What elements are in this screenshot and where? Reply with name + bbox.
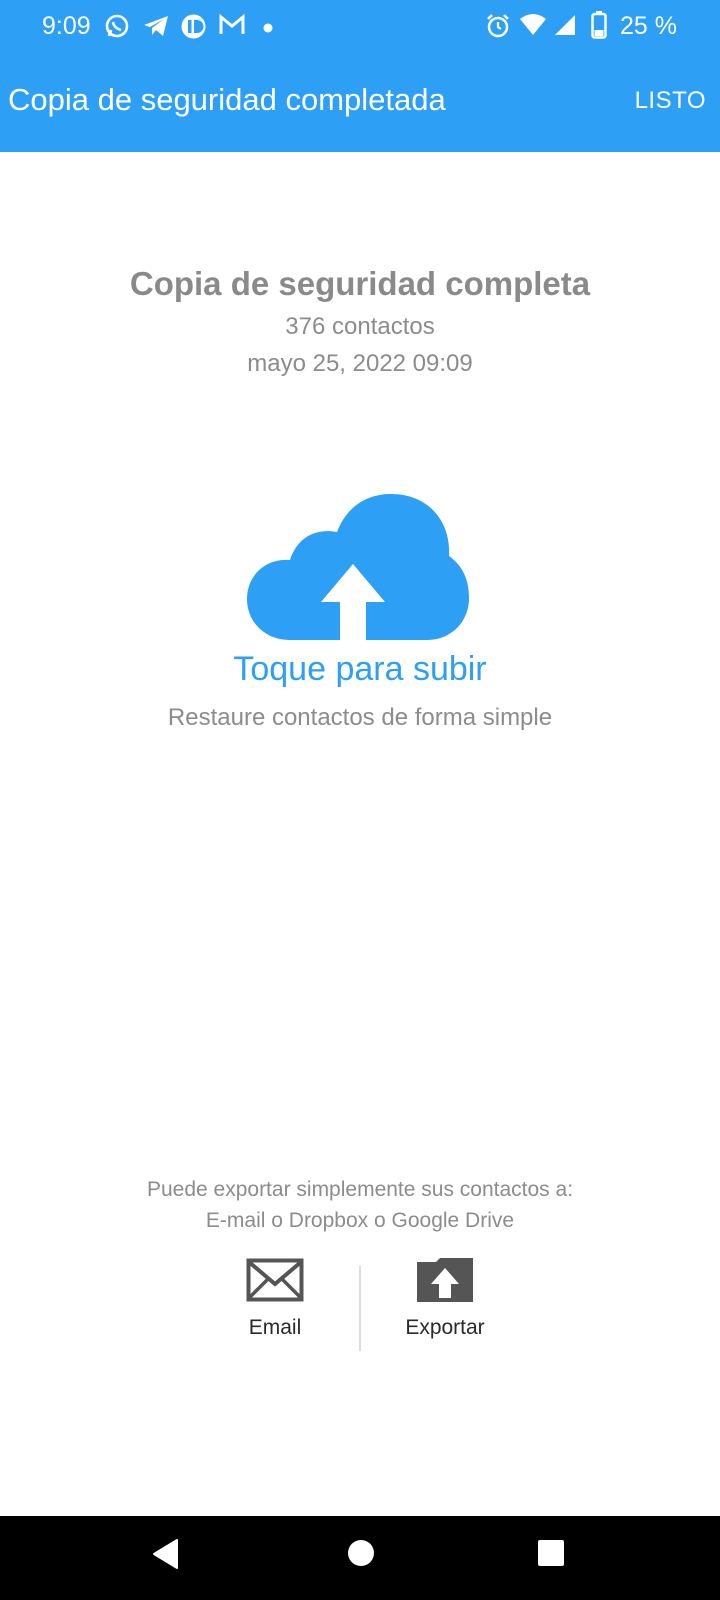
export-note-line1: Puede exportar simplemente sus contactos…	[146, 1178, 574, 1201]
email-button[interactable]: Email	[195, 1258, 355, 1340]
upload-sublabel: Restaure contactos de forma simple	[167, 704, 553, 731]
page-title: Copia de seguridad completada	[8, 82, 446, 117]
backup-heading: Copia de seguridad completa	[129, 265, 591, 302]
app-bar: 9:09 25 % Copia de seguridad completada …	[0, 0, 720, 152]
gmail-icon	[218, 13, 246, 42]
battery-icon	[591, 11, 607, 44]
signal-icon	[553, 13, 577, 42]
app-icon	[180, 13, 207, 45]
backup-date: mayo 25, 2022 09:09	[247, 350, 473, 377]
battery-percentage: 25 %	[620, 12, 677, 40]
notification-dot-icon	[263, 20, 273, 38]
whatsapp-icon	[104, 13, 130, 44]
home-icon[interactable]	[346, 1538, 376, 1573]
status-time: 9:09	[42, 12, 91, 40]
export-button[interactable]: Exportar	[365, 1258, 525, 1340]
wifi-icon	[519, 13, 547, 42]
recents-icon[interactable]	[537, 1539, 565, 1572]
alarm-icon	[485, 13, 511, 44]
contacts-count: 376 contactos	[285, 313, 435, 340]
divider	[359, 1266, 361, 1351]
export-note-line2: E-mail o Dropbox o Google Drive	[205, 1209, 515, 1232]
back-icon[interactable]	[150, 1536, 180, 1577]
envelope-icon	[195, 1258, 355, 1302]
done-button[interactable]: LISTO	[635, 87, 706, 115]
folder-upload-icon	[365, 1258, 525, 1302]
upload-button-label[interactable]: Toque para subir	[0, 650, 720, 689]
navigation-bar	[0, 1516, 720, 1600]
email-label: Email	[248, 1316, 302, 1339]
export-label: Exportar	[405, 1316, 485, 1339]
cloud-upload-icon[interactable]	[245, 494, 471, 642]
telegram-icon	[142, 13, 170, 44]
status-bar: 9:09 25 %	[0, 0, 720, 54]
